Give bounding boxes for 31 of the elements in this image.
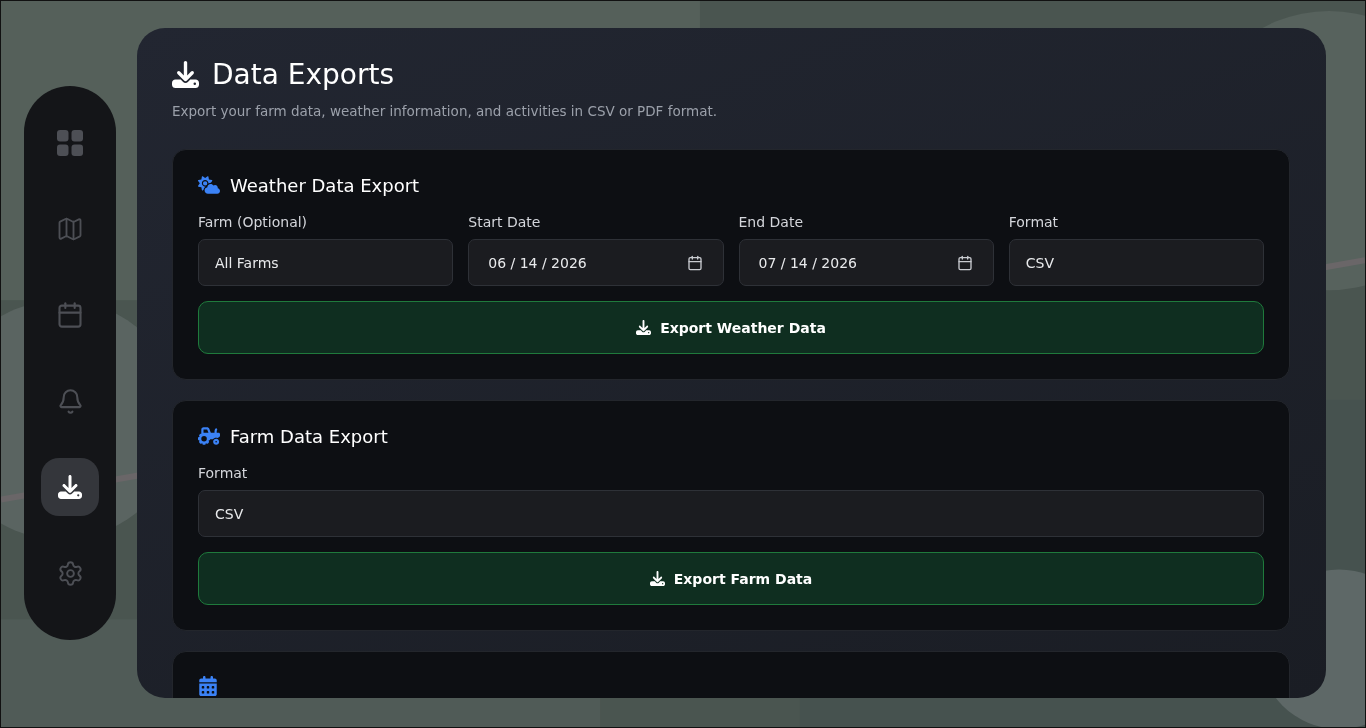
settings-icon	[56, 559, 84, 587]
date-field[interactable]: 06 / 14 / 2026	[468, 239, 724, 286]
download-icon	[649, 571, 665, 586]
calendar-icon	[686, 254, 703, 271]
card-title: Weather Data Export	[230, 174, 420, 196]
field-label: End Date	[738, 214, 805, 230]
field-label: Format	[198, 465, 249, 481]
grid-icon	[57, 130, 83, 156]
export-button[interactable]: Export Weather Data	[198, 301, 1264, 354]
download-icon	[636, 320, 652, 335]
card-title: Farm Data Export	[230, 425, 388, 447]
calendar-icon	[56, 301, 84, 329]
sidebar-button[interactable]	[41, 458, 99, 516]
select-field[interactable]: All Farms	[198, 239, 454, 286]
calendar-icon	[198, 676, 218, 696]
download-icon	[172, 61, 199, 88]
bell-icon	[56, 387, 84, 415]
select-field[interactable]: CSV	[1008, 239, 1264, 286]
tractor-icon	[198, 425, 220, 447]
field-label: Farm (Optional)	[198, 214, 309, 230]
map-icon	[56, 215, 84, 243]
page-subtitle: Export your farm data, weather information, and activities in CSV or PDF format.	[172, 103, 718, 119]
select-field[interactable]: CSV	[198, 490, 1264, 537]
download-icon	[58, 475, 82, 499]
page-title: Data Exports	[212, 58, 394, 91]
field-label: Format	[1008, 214, 1060, 230]
calendar-icon	[956, 254, 973, 271]
export-button[interactable]: Export Farm Data	[198, 552, 1264, 605]
field-label: Start Date	[468, 214, 542, 230]
cloud-sun-icon	[198, 174, 220, 196]
date-field[interactable]: 07 / 14 / 2026	[738, 239, 994, 286]
